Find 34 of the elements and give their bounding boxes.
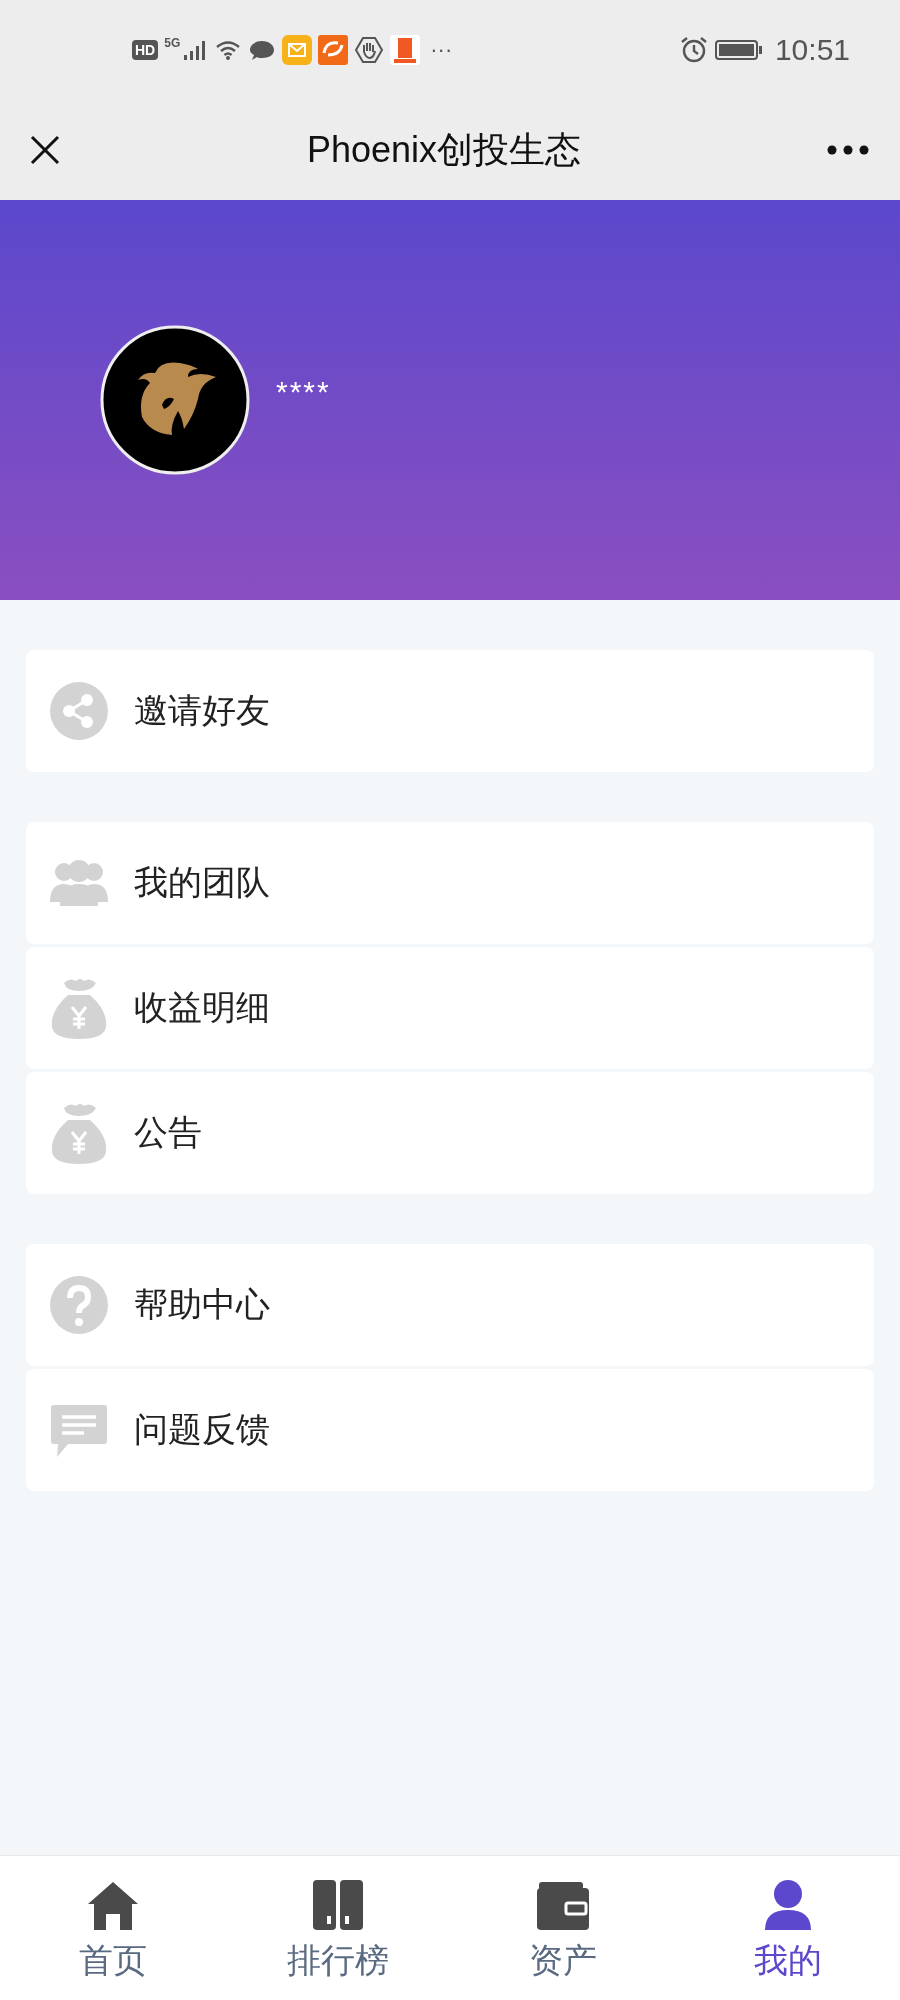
close-icon[interactable] (28, 133, 62, 167)
user-name: **** (276, 375, 331, 409)
menu-label: 公告 (134, 1112, 202, 1153)
store-app-icon (390, 35, 421, 65)
menu-label: 邀请好友 (134, 690, 270, 731)
menu-item[interactable]: 帮助中心 (26, 1244, 874, 1366)
more-icon[interactable] (826, 144, 870, 156)
battery-icon (714, 38, 763, 62)
menu-item[interactable]: 收益明细 (26, 947, 874, 1069)
more-notifications: ··· (430, 37, 453, 63)
hand-icon (354, 35, 385, 65)
tab-item[interactable]: 首页 (0, 1856, 225, 2000)
tab-item[interactable]: 我的 (675, 1856, 900, 2000)
help-icon (50, 1276, 108, 1334)
ranking-icon (310, 1878, 365, 1932)
menu-item[interactable]: 问题反馈 (26, 1369, 874, 1491)
tab-item[interactable]: 资产 (450, 1856, 675, 2000)
chat-icon (248, 38, 277, 62)
menu-item[interactable]: 公告 (26, 1072, 874, 1194)
hd-badge: HD (132, 40, 159, 60)
clock-time: 10:51 (774, 33, 850, 67)
mail-app-icon (282, 35, 313, 65)
share-icon (50, 682, 108, 740)
menu-label: 收益明细 (134, 987, 270, 1028)
menu-item[interactable]: 我的团队 (26, 822, 874, 944)
network-label: 5G (164, 36, 181, 50)
group-icon (50, 858, 108, 908)
window-title: Phoenix创投生态 (306, 127, 582, 172)
tab-item[interactable]: 排行榜 (225, 1856, 450, 2000)
menu-label: 我的团队 (134, 862, 270, 903)
menu-label: 帮助中心 (134, 1284, 270, 1325)
menu-label: 问题反馈 (134, 1409, 270, 1450)
shop-app-icon (318, 35, 349, 65)
menu-item[interactable]: 邀请好友 (26, 650, 874, 772)
